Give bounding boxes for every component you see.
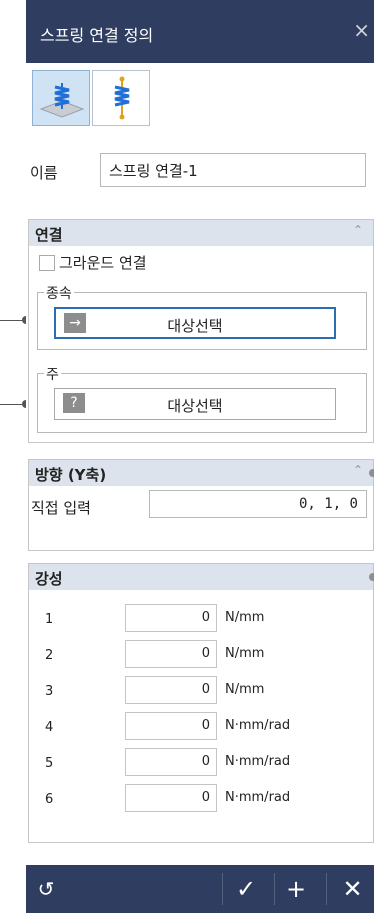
stiffness-connector-dot	[369, 573, 374, 581]
stiffness-unit: N/mm	[225, 646, 265, 661]
slave-select-target-label: 대상선택	[167, 317, 223, 335]
slave-group: 종속 → 대상선택	[37, 283, 367, 350]
master-select-target-label: 대상선택	[167, 397, 223, 415]
stiffness-section-title: 강성	[35, 570, 63, 588]
stiffness-index: 6	[45, 792, 54, 807]
stiffness-index: 1	[45, 612, 54, 627]
connection-section-title: 연결	[35, 226, 63, 244]
stiffness-index: 5	[45, 756, 54, 771]
spring-connection-panel: 스프링 연결 정의 × 이름 스프링 연결-1 연결 ⌃ 그라운드 연결 종속 …	[26, 0, 374, 913]
cancel-x-icon[interactable]: ✕	[331, 865, 374, 913]
slave-group-label: 종속	[44, 283, 74, 303]
stiffness-unit: N/mm	[225, 682, 265, 697]
ground-connection-label: 그라운드 연결	[59, 254, 147, 272]
stiffness-section: 강성 1 0 N/mm 2 0 N/mm 3 0 N/mm 4 0 N·mm/rad 5 0 N·mm/ra…	[28, 563, 374, 843]
name-label: 이름	[30, 164, 58, 182]
dialog-title: 스프링 연결 정의	[40, 26, 154, 45]
stiffness-unit: N·mm/rad	[225, 754, 291, 769]
stiffness-row: 2 0 N/mm	[29, 636, 373, 672]
connection-section: 연결 ⌃ 그라운드 연결 종속 → 대상선택 주 ? 대상선택	[28, 219, 374, 443]
slave-select-target-button[interactable]: → 대상선택	[54, 307, 336, 339]
stiffness-row: 5 0 N·mm/rad	[29, 744, 373, 780]
master-group-label: 주	[44, 364, 61, 384]
spring-mode-button[interactable]	[92, 70, 150, 126]
direction-connector-dot	[369, 469, 374, 477]
direction-section-header[interactable]: 방향 (Y축) ⌃	[29, 460, 374, 486]
stiffness-unit: N·mm/rad	[225, 718, 291, 733]
stiffness-row: 3 0 N/mm	[29, 672, 373, 708]
add-plus-icon[interactable]: +	[271, 865, 321, 913]
ground-spring-icon	[39, 83, 85, 118]
chevron-up-icon[interactable]: ⌃	[353, 463, 363, 477]
stiffness-value-input[interactable]: 0	[125, 676, 217, 704]
direction-section-title: 방향 (Y축)	[35, 466, 107, 484]
stiffness-index: 3	[45, 684, 54, 699]
stiffness-row: 1 0 N/mm	[29, 600, 373, 636]
master-group: 주 ? 대상선택	[37, 364, 367, 433]
stiffness-row: 4 0 N·mm/rad	[29, 708, 373, 744]
stiffness-unit: N·mm/rad	[225, 790, 291, 805]
close-icon[interactable]: ×	[353, 18, 370, 42]
stiffness-row: 6 0 N·mm/rad	[29, 780, 373, 816]
stiffness-section-header[interactable]: 강성	[29, 564, 374, 590]
stiffness-value-input[interactable]: 0	[125, 712, 217, 740]
stiffness-unit: N/mm	[225, 610, 265, 625]
stiffness-value-input[interactable]: 0	[125, 784, 217, 812]
stiffness-value-input[interactable]: 0	[125, 604, 217, 632]
title-bar: 스프링 연결 정의 ×	[26, 0, 374, 63]
ok-check-icon[interactable]: ✓	[226, 865, 266, 913]
bottom-action-bar: ↺ ✓ + ✕	[26, 865, 374, 913]
ground-spring-mode-button[interactable]	[32, 70, 90, 126]
connection-section-header[interactable]: 연결 ⌃	[29, 220, 373, 246]
direction-vector-input[interactable]: 0, 1, 0	[149, 490, 367, 518]
name-input[interactable]: 스프링 연결-1	[100, 153, 366, 187]
ground-connection-checkbox[interactable]	[39, 255, 55, 271]
stiffness-index: 2	[45, 648, 54, 663]
master-select-target-button[interactable]: ? 대상선택	[54, 388, 336, 420]
chevron-up-icon[interactable]: ⌃	[353, 223, 363, 237]
separator	[326, 873, 327, 905]
spring-icon	[114, 76, 130, 120]
stiffness-value-input[interactable]: 0	[125, 748, 217, 776]
reset-icon[interactable]: ↺	[26, 865, 66, 913]
stiffness-value-input[interactable]: 0	[125, 640, 217, 668]
stiffness-index: 4	[45, 720, 54, 735]
separator	[222, 873, 223, 905]
direct-input-label: 직접 입력	[31, 499, 91, 517]
direction-section: 방향 (Y축) ⌃ 직접 입력 0, 1, 0	[28, 459, 374, 551]
